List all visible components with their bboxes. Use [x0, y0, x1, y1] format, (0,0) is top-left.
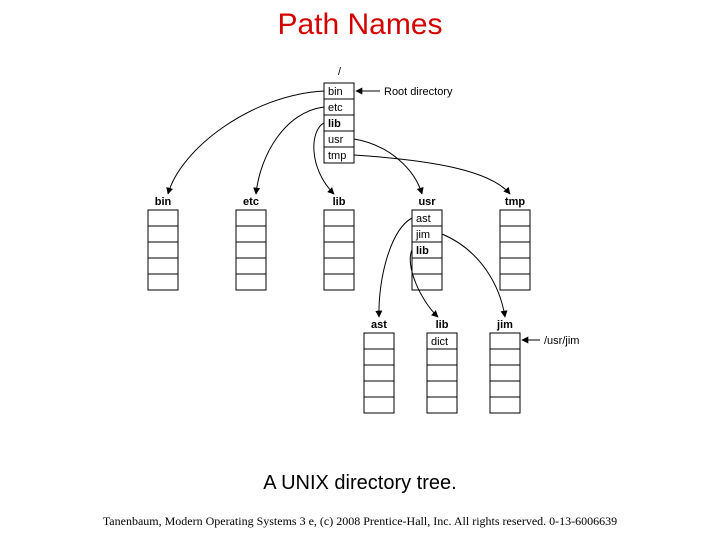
usr-entry-jim: jim	[415, 229, 430, 241]
l2-usr: usr	[418, 196, 436, 208]
usr-dir-box: ast jim lib	[412, 210, 442, 290]
etc-dir-box	[236, 210, 266, 290]
l2-etc: etc	[243, 196, 259, 208]
l3-jim: jim	[496, 319, 513, 331]
ast-dir-box	[364, 333, 394, 413]
arrow-root-tmp	[354, 155, 510, 194]
arrow-usr-ast	[379, 218, 412, 317]
root-entry-bin: bin	[328, 86, 343, 98]
root-entry-tmp: tmp	[328, 150, 346, 162]
root-annot-label: Root directory	[384, 86, 453, 98]
bin-dir-box	[148, 210, 178, 290]
l2-bin: bin	[155, 196, 172, 208]
root-slash: /	[338, 66, 342, 78]
lib-entry-dict: dict	[431, 336, 448, 348]
lib-dir-box	[324, 210, 354, 290]
l2-tmp: tmp	[505, 196, 525, 208]
usrjim-annot-label: /usr/jim	[544, 335, 579, 347]
directory-tree-diagram: / bin etc lib usr tmp Root directory bin…	[0, 0, 720, 540]
arrow-usr-jim	[442, 234, 505, 317]
root-entry-etc: etc	[328, 102, 343, 114]
arrow-root-usr	[354, 139, 422, 194]
l3-ast: ast	[371, 319, 387, 331]
usr-entry-ast: ast	[416, 213, 431, 225]
l3-lib: lib	[436, 319, 449, 331]
root-dir-box: bin etc lib usr tmp	[324, 83, 354, 163]
jim-dir-box	[490, 333, 520, 413]
root-entry-usr: usr	[328, 134, 344, 146]
usr-entry-lib: lib	[416, 245, 429, 257]
arrow-root-bin	[168, 91, 324, 194]
tmp-dir-box	[500, 210, 530, 290]
l2-lib: lib	[333, 196, 346, 208]
root-entry-lib: lib	[328, 118, 341, 130]
lib2-dir-box: dict	[427, 333, 457, 413]
